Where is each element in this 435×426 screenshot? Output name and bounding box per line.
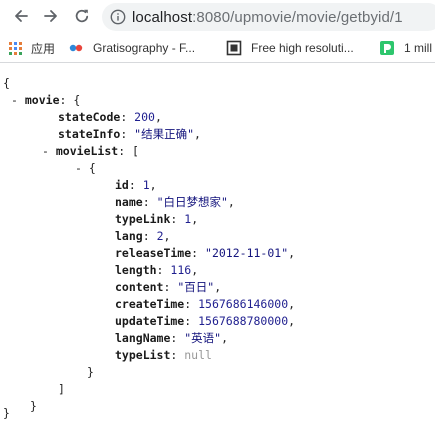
pixabay-icon <box>380 41 394 55</box>
bookmark-label: Free high resoluti... <box>251 41 354 55</box>
json-line-length: length: 116, <box>115 263 199 277</box>
json-key: releaseTime <box>115 246 192 260</box>
json-line-movielist: - movieList: [ <box>42 144 139 158</box>
json-line-list-close: ] <box>58 382 65 396</box>
bookmark-label: Gratisography - F... <box>93 41 196 55</box>
json-value: "百日" <box>177 280 215 294</box>
json-key: updateTime <box>115 314 185 328</box>
json-key: movie <box>24 93 60 107</box>
bookmark-label: 1 mill <box>404 41 433 55</box>
json-line-lang: lang: 2, <box>115 229 171 243</box>
json-key: name <box>115 195 143 209</box>
bookmark-gratisography[interactable]: Gratisography - F... <box>68 33 195 63</box>
json-line-id: id: 1, <box>115 178 157 192</box>
json-value: "2012-11-01" <box>205 246 289 260</box>
apps-grid-icon <box>9 41 22 55</box>
json-line-stateinfo: stateInfo: "结果正确", <box>58 127 201 141</box>
json-line-item-open: - { <box>75 161 96 175</box>
browser-toolbar: localhost:8080/upmovie/movie/getbyid/1 <box>0 0 435 33</box>
bookmark-free-high-resolution[interactable]: Free high resoluti... <box>226 33 354 63</box>
url-text[interactable]: localhost:8080/upmovie/movie/getbyid/1 <box>132 9 403 26</box>
json-value: null <box>184 348 212 362</box>
json-line-movie: - movie: { <box>11 93 81 107</box>
json-key: stateInfo <box>58 127 121 141</box>
bookmark-1-mill[interactable]: 1 mill <box>379 33 432 63</box>
json-viewer: { - movie: { stateCode: 200, stateInfo: … <box>0 63 435 426</box>
address-bar[interactable]: localhost:8080/upmovie/movie/getbyid/1 <box>102 3 435 31</box>
bookmark-apps[interactable]: 应用 <box>9 33 55 63</box>
bookmark-label: 应用 <box>31 41 56 56</box>
json-value: 200 <box>134 110 155 124</box>
json-line-typelist: typeList: null <box>115 348 212 362</box>
json-line-typelink: typeLink: 1, <box>115 212 199 226</box>
url-host: localhost <box>132 8 193 26</box>
bookmarks-bar: 应用 Gratisography - F... Free high resolu… <box>0 33 435 63</box>
json-value: 116 <box>170 263 192 277</box>
forward-arrow-icon <box>44 10 57 22</box>
json-value: 1567686146000 <box>198 297 289 311</box>
json-line-langname: langName: "英语", <box>115 331 229 345</box>
json-root-close: } <box>3 406 10 420</box>
json-key: content <box>115 280 164 294</box>
json-line-item-close: } <box>87 365 94 379</box>
collapse-toggle[interactable]: - <box>75 161 82 175</box>
json-value: 1 <box>142 178 150 192</box>
json-key: langName <box>115 331 171 345</box>
image-frame-icon <box>226 40 242 56</box>
url-path: :8080/upmovie/movie/getbyid/1 <box>192 8 403 26</box>
json-key: typeList <box>115 348 171 362</box>
json-line-content: content: "百日", <box>115 280 222 294</box>
json-value: "白日梦想家" <box>156 195 228 209</box>
json-root-open: { <box>3 76 10 90</box>
json-line-createtime: createTime: 1567686146000, <box>115 297 296 311</box>
gratisography-icon <box>69 44 83 52</box>
back-arrow-icon <box>15 10 28 22</box>
forward-button[interactable] <box>40 5 62 27</box>
json-key: movieList <box>55 144 119 158</box>
json-key: stateCode <box>58 110 121 124</box>
back-button[interactable] <box>10 5 32 27</box>
json-value: "英语" <box>184 331 222 345</box>
json-line-statecode: stateCode: 200, <box>58 110 162 124</box>
json-line-releasetime: releaseTime: "2012-11-01", <box>115 246 296 260</box>
json-line-name: name: "白日梦想家", <box>115 195 235 209</box>
json-value: 1567688780000 <box>198 314 289 328</box>
reload-button[interactable] <box>71 5 93 27</box>
json-value: "结果正确" <box>134 127 195 141</box>
collapse-toggle[interactable]: - <box>42 144 49 158</box>
json-line-updatetime: updateTime: 1567688780000, <box>115 314 296 328</box>
collapse-toggle[interactable]: - <box>11 93 18 107</box>
reload-icon <box>75 9 89 23</box>
json-key: lang <box>115 229 143 243</box>
json-key: length <box>115 263 157 277</box>
json-value: 2 <box>156 229 164 243</box>
json-key: createTime <box>115 297 185 311</box>
json-key: typeLink <box>115 212 171 226</box>
info-icon[interactable] <box>110 9 126 25</box>
json-key: id <box>115 178 129 192</box>
json-line-movie-close: } <box>30 399 37 413</box>
